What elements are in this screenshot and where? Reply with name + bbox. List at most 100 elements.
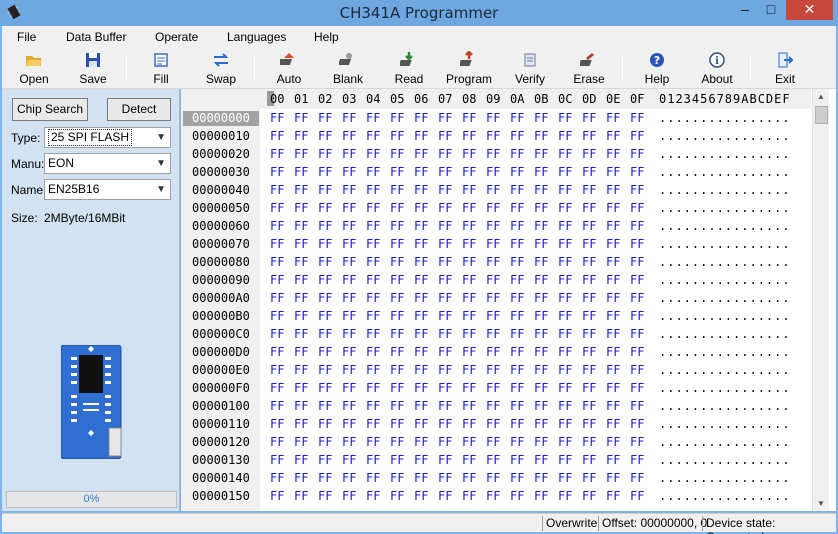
hex-byte[interactable]: FF <box>486 201 500 215</box>
hex-byte[interactable]: FF <box>486 327 500 341</box>
hex-byte[interactable]: FF <box>510 435 524 449</box>
hex-byte[interactable]: FF <box>510 255 524 269</box>
hex-byte[interactable]: FF <box>558 147 572 161</box>
hex-byte[interactable]: FF <box>294 417 308 431</box>
ascii-text[interactable]: ................ <box>659 183 791 197</box>
hex-row[interactable]: 00000070 FF FF FF FF FF FF FF FF FF FF FF FF FF FF FF FF… <box>181 235 811 253</box>
hex-byte[interactable]: FF <box>582 219 596 233</box>
chip-name-select[interactable]: EN25B16 ▼ <box>44 179 171 200</box>
hex-byte[interactable]: FF <box>318 363 332 377</box>
hex-byte[interactable]: FF <box>558 363 572 377</box>
hex-byte[interactable]: FF <box>534 201 548 215</box>
hex-byte[interactable]: FF <box>606 291 620 305</box>
ascii-text[interactable]: ................ <box>659 345 791 359</box>
hex-byte[interactable]: FF <box>390 417 404 431</box>
hex-row[interactable]: 00000150 FF FF FF FF FF FF FF FF FF FF FF FF FF FF FF FF… <box>181 487 811 505</box>
hex-byte[interactable]: FF <box>366 147 380 161</box>
hex-byte[interactable]: FF <box>414 273 428 287</box>
hex-byte[interactable]: FF <box>486 453 500 467</box>
hex-byte[interactable]: FF <box>606 129 620 143</box>
hex-byte[interactable]: FF <box>366 255 380 269</box>
hex-byte[interactable]: FF <box>438 399 452 413</box>
hex-byte[interactable]: FF <box>318 273 332 287</box>
hex-byte[interactable]: FF <box>294 453 308 467</box>
hex-byte[interactable]: FF <box>270 255 284 269</box>
hex-byte[interactable]: FF <box>510 201 524 215</box>
erase-button[interactable]: Erase <box>561 49 617 87</box>
hex-byte[interactable]: FF <box>294 363 308 377</box>
hex-byte[interactable]: FF <box>318 309 332 323</box>
hex-byte[interactable]: FF <box>270 399 284 413</box>
hex-byte[interactable]: FF <box>462 237 476 251</box>
hex-byte[interactable]: FF <box>366 309 380 323</box>
hex-byte[interactable]: FF <box>606 489 620 503</box>
hex-byte[interactable]: FF <box>294 255 308 269</box>
ascii-text[interactable]: ................ <box>659 489 791 503</box>
hex-byte[interactable]: FF <box>534 435 548 449</box>
ascii-text[interactable]: ................ <box>659 363 791 377</box>
hex-byte[interactable]: FF <box>462 399 476 413</box>
hex-byte[interactable]: FF <box>630 201 644 215</box>
hex-byte[interactable]: FF <box>462 435 476 449</box>
hex-byte[interactable]: FF <box>486 399 500 413</box>
hex-byte[interactable]: FF <box>270 453 284 467</box>
hex-byte[interactable]: FF <box>558 291 572 305</box>
hex-byte[interactable]: FF <box>366 417 380 431</box>
hex-byte[interactable]: FF <box>486 291 500 305</box>
hex-byte[interactable]: FF <box>630 345 644 359</box>
hex-byte[interactable]: FF <box>342 129 356 143</box>
hex-byte[interactable]: FF <box>606 165 620 179</box>
hex-byte[interactable]: FF <box>630 165 644 179</box>
hex-byte[interactable]: FF <box>342 453 356 467</box>
hex-byte[interactable]: FF <box>366 183 380 197</box>
hex-byte[interactable]: FF <box>606 255 620 269</box>
hex-byte[interactable]: FF <box>630 219 644 233</box>
hex-byte[interactable]: FF <box>510 345 524 359</box>
ascii-text[interactable]: ................ <box>659 237 791 251</box>
hex-row[interactable]: 00000060 FF FF FF FF FF FF FF FF FF FF FF FF FF FF FF FF… <box>181 217 811 235</box>
hex-byte[interactable]: FF <box>414 345 428 359</box>
ascii-text[interactable]: ................ <box>659 129 791 143</box>
hex-byte[interactable]: FF <box>486 147 500 161</box>
hex-byte[interactable]: FF <box>294 219 308 233</box>
hex-byte[interactable]: FF <box>558 165 572 179</box>
hex-byte[interactable]: FF <box>318 237 332 251</box>
hex-byte[interactable]: FF <box>318 201 332 215</box>
hex-byte[interactable]: FF <box>342 489 356 503</box>
hex-byte[interactable]: FF <box>630 381 644 395</box>
hex-byte[interactable]: FF <box>582 129 596 143</box>
hex-byte[interactable]: FF <box>438 183 452 197</box>
menu-languages[interactable]: Languages <box>227 30 286 44</box>
hex-byte[interactable]: FF <box>462 273 476 287</box>
hex-byte[interactable]: FF <box>438 327 452 341</box>
hex-row[interactable]: 00000030 FF FF FF FF FF FF FF FF FF FF FF FF FF FF FF FF… <box>181 163 811 181</box>
hex-byte[interactable]: FF <box>414 255 428 269</box>
detect-button[interactable]: Detect <box>107 98 171 121</box>
hex-byte[interactable]: FF <box>582 399 596 413</box>
hex-byte[interactable]: FF <box>342 255 356 269</box>
hex-byte[interactable]: FF <box>438 417 452 431</box>
hex-editor[interactable]: 00 01 02 03 04 05 06 07 08 09 0A 0B 0C 0… <box>181 89 836 511</box>
hex-byte[interactable]: FF <box>342 147 356 161</box>
hex-byte[interactable]: FF <box>534 489 548 503</box>
hex-byte[interactable]: FF <box>510 129 524 143</box>
hex-byte[interactable]: FF <box>366 399 380 413</box>
blank-button[interactable]: Blank <box>320 49 376 87</box>
hex-byte[interactable]: FF <box>390 453 404 467</box>
hex-byte[interactable]: FF <box>390 111 404 125</box>
hex-byte[interactable]: FF <box>582 309 596 323</box>
hex-byte[interactable]: FF <box>462 363 476 377</box>
ascii-text[interactable]: ................ <box>659 381 791 395</box>
hex-byte[interactable]: FF <box>606 147 620 161</box>
hex-byte[interactable]: FF <box>630 129 644 143</box>
hex-byte[interactable]: FF <box>534 183 548 197</box>
hex-byte[interactable]: FF <box>342 183 356 197</box>
hex-byte[interactable]: FF <box>342 165 356 179</box>
hex-byte[interactable]: FF <box>582 489 596 503</box>
hex-byte[interactable]: FF <box>318 165 332 179</box>
hex-byte[interactable]: FF <box>558 273 572 287</box>
hex-byte[interactable]: FF <box>606 345 620 359</box>
hex-byte[interactable]: FF <box>318 381 332 395</box>
hex-byte[interactable]: FF <box>486 219 500 233</box>
hex-byte[interactable]: FF <box>318 417 332 431</box>
